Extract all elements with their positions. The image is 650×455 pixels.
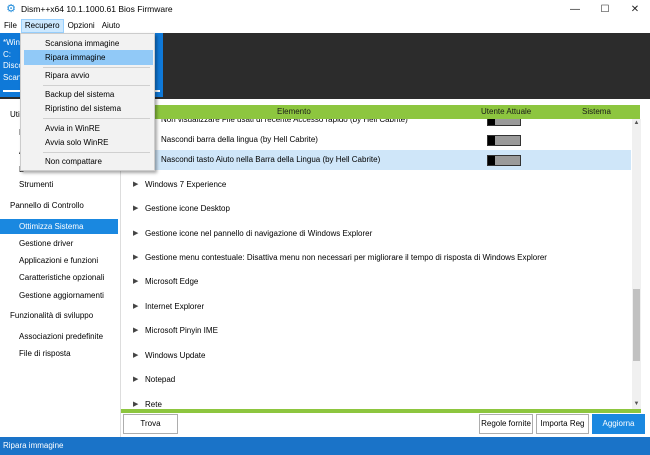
- menu-aiuto[interactable]: Aiuto: [99, 19, 123, 33]
- menu-item-ripristino[interactable]: Ripristino del sistema: [24, 101, 153, 116]
- toggle-switch[interactable]: [487, 119, 521, 126]
- expand-arrow-icon[interactable]: ▶: [133, 393, 138, 409]
- expand-arrow-icon[interactable]: ▶: [133, 344, 138, 368]
- main-panel: Elemento Utente Attuale Sistema Non visu…: [120, 99, 650, 437]
- expand-arrow-icon[interactable]: ▶: [133, 197, 138, 221]
- expand-arrow-icon[interactable]: ▶: [133, 222, 138, 246]
- tweak-list: Non visualizzare File usati di recente A…: [121, 119, 631, 409]
- toggle-knob: [488, 156, 495, 165]
- close-icon: ✕: [630, 3, 640, 15]
- menu-item-solo-winre[interactable]: Avvia solo WinRE: [24, 135, 153, 150]
- group-label: Gestione icone Desktop: [145, 204, 230, 213]
- tweak-row[interactable]: Nascondi tasto Aiuto nella Barra della L…: [121, 150, 631, 170]
- menu-opzioni[interactable]: Opzioni: [65, 19, 98, 33]
- column-header-utente[interactable]: Utente Attuale: [481, 105, 531, 119]
- rules-button[interactable]: Regole fornite: [479, 414, 533, 434]
- column-header-sistema[interactable]: Sistema: [582, 105, 611, 119]
- tweak-label: Nascondi tasto Aiuto nella Barra della L…: [161, 155, 381, 164]
- menu-item-winre[interactable]: Avvia in WinRE: [24, 121, 153, 136]
- scroll-up-icon[interactable]: ▲: [632, 119, 641, 128]
- group-label: Notepad: [145, 375, 176, 384]
- menu-file[interactable]: File: [1, 19, 20, 33]
- group-label: Windows 7 Experience: [145, 180, 227, 189]
- toggle-switch[interactable]: [487, 135, 521, 146]
- menu-item-backup[interactable]: Backup del sistema: [24, 87, 153, 102]
- menu-item-scansiona[interactable]: Scansiona immagine: [24, 36, 153, 51]
- status-bar: Ripara immagine: [0, 437, 650, 455]
- sidebar-item-driver[interactable]: Gestione driver: [0, 236, 118, 251]
- group-label: Rete: [145, 400, 162, 409]
- maximize-icon: ☐: [600, 3, 610, 15]
- recupero-menu: Scansiona immagine Ripara immagine Ripar…: [20, 33, 155, 171]
- toggle-knob: [488, 136, 495, 145]
- menu-separator: [43, 85, 150, 86]
- menu-separator: [43, 118, 150, 119]
- menu-item-ripara-immagine[interactable]: Ripara immagine: [24, 50, 153, 65]
- sidebar-item-risposta[interactable]: File di risposta: [0, 346, 118, 361]
- expand-arrow-icon[interactable]: ▶: [133, 246, 138, 270]
- list-footer-bar: [121, 409, 641, 413]
- group-label: Windows Update: [145, 351, 206, 360]
- sidebar-item-caratteristiche[interactable]: Caratteristiche opzionali: [0, 270, 118, 285]
- group-label: Microsoft Pinyin IME: [145, 326, 218, 335]
- expand-arrow-icon[interactable]: ▶: [133, 295, 138, 319]
- sidebar-item-strumenti[interactable]: Strumenti: [0, 177, 118, 192]
- sidebar-item-associazioni[interactable]: Associazioni predefinite: [0, 329, 118, 344]
- group-row[interactable]: ▶ Notepad: [121, 368, 631, 392]
- scroll-down-icon[interactable]: ▼: [632, 400, 641, 409]
- group-row[interactable]: ▶ Windows 7 Experience: [121, 173, 631, 197]
- close-button[interactable]: ✕: [620, 0, 650, 18]
- group-row[interactable]: ▶ Gestione menu contestuale: Disattiva me…: [121, 246, 631, 270]
- vertical-scrollbar[interactable]: ▲ ▼: [632, 119, 641, 409]
- menu-item-ripara-avvio[interactable]: Ripara avvio: [24, 68, 153, 83]
- group-label: Microsoft Edge: [145, 277, 199, 286]
- menu-item-non-compattare[interactable]: Non compattare: [24, 154, 153, 169]
- minimize-button[interactable]: —: [560, 0, 590, 18]
- title-bar: ⚙ Dism++x64 10.1.1000.61 Bios Firmware —…: [0, 0, 650, 18]
- column-header-elemento[interactable]: Elemento: [277, 105, 311, 119]
- window-title: Dism++x64 10.1.1000.61 Bios Firmware: [21, 4, 173, 14]
- tweak-label: Nascondi barra della lingua (by Hell Cab…: [161, 135, 318, 144]
- sidebar-item-aggiornamenti[interactable]: Gestione aggiornamenti: [0, 288, 118, 303]
- find-button[interactable]: Trova: [123, 414, 178, 434]
- group-row[interactable]: ▶ Rete: [121, 393, 631, 409]
- group-row[interactable]: ▶ Windows Update: [121, 344, 631, 368]
- menu-bar: File Recupero Opzioni Aiuto: [0, 18, 650, 33]
- sidebar-section-sviluppo[interactable]: Funzionalità di sviluppo: [0, 308, 118, 323]
- group-row[interactable]: ▶ Internet Explorer: [121, 295, 631, 319]
- expand-arrow-icon[interactable]: ▶: [133, 319, 138, 343]
- toggle-switch[interactable]: [487, 155, 521, 166]
- tweak-row[interactable]: Nascondi barra della lingua (by Hell Cab…: [121, 130, 631, 150]
- scroll-thumb[interactable]: [633, 289, 640, 361]
- menu-separator: [43, 152, 150, 153]
- grid-header: Elemento Utente Attuale Sistema: [121, 105, 640, 119]
- group-row[interactable]: ▶ Gestione icone Desktop: [121, 197, 631, 221]
- group-label: Gestione menu contestuale: Disattiva men…: [145, 253, 547, 262]
- group-row[interactable]: ▶ Gestione icone nel pannello di navigazi…: [121, 222, 631, 246]
- gear-icon: ⚙: [6, 3, 16, 15]
- expand-arrow-icon[interactable]: ▶: [133, 173, 138, 197]
- group-row[interactable]: ▶ Microsoft Edge: [121, 270, 631, 294]
- expand-arrow-icon[interactable]: ▶: [133, 368, 138, 392]
- sidebar-section-pannello[interactable]: Pannello di Controllo: [0, 198, 118, 213]
- group-label: Internet Explorer: [145, 302, 205, 311]
- menu-recupero[interactable]: Recupero: [20, 18, 64, 33]
- minimize-icon: —: [570, 3, 580, 15]
- import-reg-button[interactable]: Importa Reg: [536, 414, 589, 434]
- refresh-button[interactable]: Aggiorna: [592, 414, 645, 434]
- toggle-knob: [488, 119, 495, 125]
- group-label: Gestione icone nel pannello di navigazio…: [145, 229, 373, 238]
- maximize-button[interactable]: ☐: [590, 0, 620, 18]
- sidebar-item-applicazioni[interactable]: Applicazioni e funzioni: [0, 253, 118, 268]
- tweak-label: Non visualizzare File usati di recente A…: [161, 119, 408, 124]
- expand-arrow-icon[interactable]: ▶: [133, 270, 138, 294]
- sidebar-item-ottimizza[interactable]: Ottimizza Sistema: [0, 219, 118, 234]
- tweak-row[interactable]: Non visualizzare File usati di recente A…: [121, 119, 631, 130]
- group-row[interactable]: ▶ Microsoft Pinyin IME: [121, 319, 631, 343]
